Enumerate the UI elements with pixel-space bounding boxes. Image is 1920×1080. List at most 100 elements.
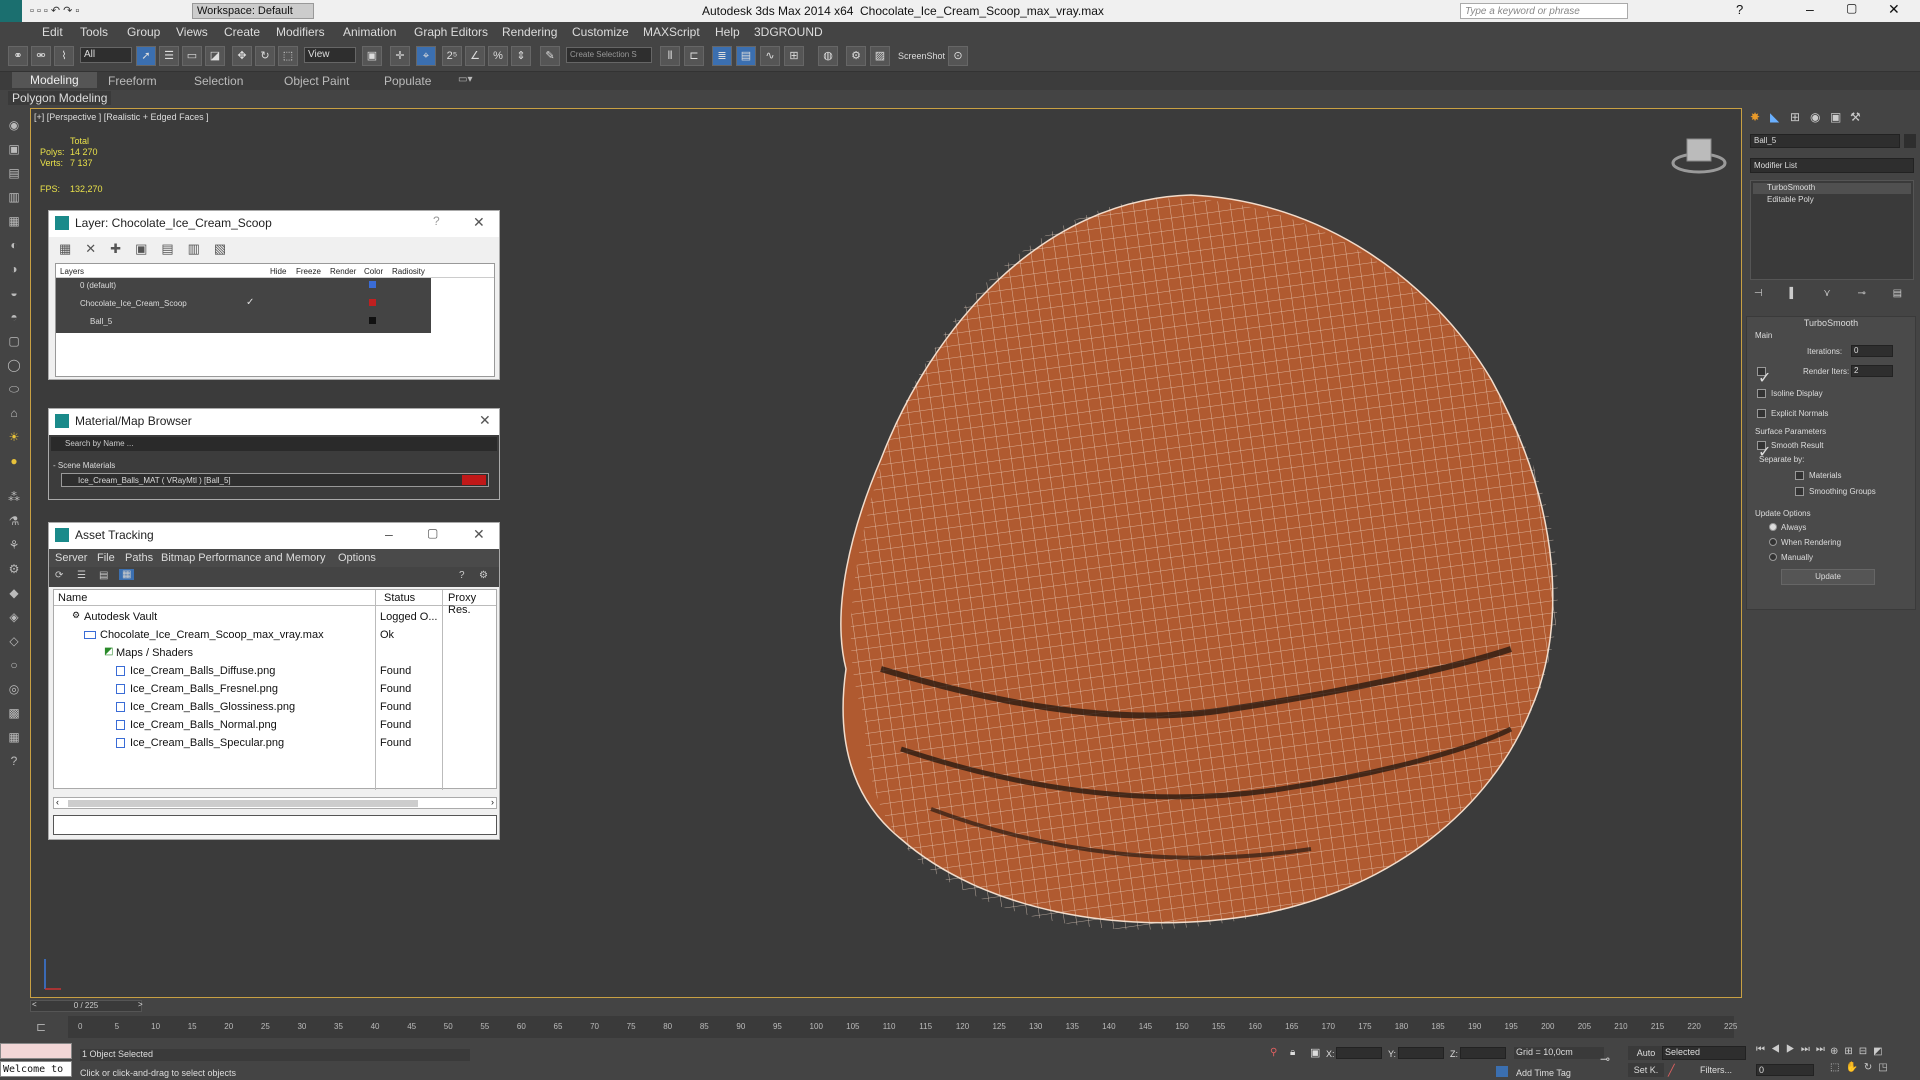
workspace-dropdown[interactable]: Workspace: Default bbox=[192, 3, 314, 19]
viewcube-icon[interactable] bbox=[1671, 138, 1727, 174]
asset-settings-icon[interactable]: ⚙ bbox=[479, 570, 488, 581]
rect-selection-icon[interactable]: ▭ bbox=[182, 46, 202, 66]
layer-row-default[interactable]: 0 (default) bbox=[80, 281, 116, 290]
isolate-icon[interactable]: ⚲ bbox=[1270, 1047, 1277, 1058]
layer-dialog-header[interactable]: Layer: Chocolate_Ice_Cream_Scoop ? ✕ bbox=[49, 211, 499, 237]
close-button[interactable]: ✕ bbox=[1888, 1, 1900, 18]
percent-snap-icon[interactable]: % bbox=[488, 46, 508, 66]
mini-curve-editor-icon[interactable]: ⊏ bbox=[36, 1020, 46, 1034]
grid-view-icon[interactable]: ▦ bbox=[119, 569, 135, 580]
tool-icon-13[interactable]: ⌂ bbox=[5, 406, 23, 422]
track-bar[interactable]: 0 5 10 15 20 25 30 35 40 45 50 55 60 65 70 75 80 85 90 95 10… bbox=[68, 1016, 1737, 1038]
help-icon[interactable]: ? bbox=[1736, 2, 1743, 17]
add-time-tag-icon[interactable] bbox=[1496, 1066, 1508, 1077]
tool-icon-17[interactable]: ⚗ bbox=[5, 514, 23, 530]
tool-icon-25[interactable]: ▩ bbox=[5, 706, 23, 722]
tool-icon-21[interactable]: ◈ bbox=[5, 610, 23, 626]
x-coord-field[interactable] bbox=[1336, 1047, 1382, 1059]
rollout-title[interactable]: TurboSmooth bbox=[1747, 318, 1915, 328]
minimize-button[interactable]: – bbox=[1806, 1, 1814, 17]
asset-close-button[interactable]: ✕ bbox=[473, 526, 485, 543]
app-logo-icon[interactable] bbox=[0, 0, 22, 22]
object-name-field[interactable]: Ball_5 bbox=[1750, 134, 1900, 148]
snap-2-5-icon[interactable]: 2⁵ bbox=[442, 46, 462, 66]
object-color-swatch[interactable] bbox=[1904, 134, 1916, 148]
display-tab-icon[interactable]: ▣ bbox=[1830, 110, 1841, 124]
material-editor-icon[interactable]: ◍ bbox=[818, 46, 838, 66]
current-frame-field[interactable]: 0 bbox=[1756, 1064, 1814, 1076]
col-radiosity[interactable]: Radiosity bbox=[392, 267, 425, 276]
layer-ball-color[interactable] bbox=[369, 317, 376, 324]
tool-icon-16[interactable]: ⁂ bbox=[5, 490, 23, 506]
layer-close-button[interactable]: ✕ bbox=[473, 214, 485, 231]
key-tangent-icon[interactable]: ╱ bbox=[1668, 1064, 1675, 1077]
asset-menu-file[interactable]: File bbox=[97, 552, 115, 564]
edit-named-sel-icon[interactable]: ✎ bbox=[540, 46, 560, 66]
layer-default-color[interactable] bbox=[369, 281, 376, 288]
col-hide[interactable]: Hide bbox=[270, 267, 286, 276]
mirror-icon[interactable]: ⫴ bbox=[660, 46, 680, 66]
tab-freeform[interactable]: Freeform bbox=[108, 74, 157, 88]
scene-materials-section[interactable]: - Scene Materials bbox=[53, 461, 115, 470]
tool-icon-10[interactable]: ▢ bbox=[5, 334, 23, 350]
menu-3dground[interactable]: 3DGROUND bbox=[754, 25, 823, 39]
update-button[interactable]: Update bbox=[1781, 569, 1875, 585]
tool-icon-5[interactable]: ▦ bbox=[5, 214, 23, 230]
layer-row-ball5[interactable]: Ball_5 bbox=[90, 317, 112, 326]
modify-tab-icon[interactable]: ◣ bbox=[1770, 110, 1779, 124]
select-by-name-icon[interactable]: ☰ bbox=[159, 46, 179, 66]
ribbon-options-icon[interactable]: ▭▾ bbox=[458, 74, 472, 85]
reference-coord-dropdown[interactable]: View bbox=[304, 47, 356, 63]
tab-selection[interactable]: Selection bbox=[194, 74, 243, 88]
tool-icon-11[interactable]: ◯ bbox=[5, 358, 23, 374]
screenshot-icon[interactable]: ⊙ bbox=[948, 46, 968, 66]
asset-tracking-header[interactable]: Asset Tracking – ▢ ✕ bbox=[49, 523, 499, 549]
asset-menu-bitmap[interactable]: Bitmap Performance and Memory bbox=[161, 552, 325, 564]
col-render[interactable]: Render bbox=[330, 267, 356, 276]
menu-group[interactable]: Group bbox=[127, 25, 160, 39]
iterations-spinner[interactable]: 0 bbox=[1851, 345, 1893, 357]
link-icon[interactable]: ⚭ bbox=[8, 46, 28, 66]
material-close-button[interactable]: ✕ bbox=[479, 412, 491, 429]
tool-icon-20[interactable]: ◆ bbox=[5, 586, 23, 602]
scroll-left-icon[interactable]: ‹ bbox=[56, 797, 59, 807]
named-selection-dropdown[interactable]: Create Selection S bbox=[566, 47, 652, 63]
key-mode-dropdown[interactable]: Selected bbox=[1662, 1046, 1746, 1060]
selection-filter-dropdown[interactable]: All bbox=[80, 47, 132, 63]
tool-icon-12[interactable]: ⬭ bbox=[5, 382, 23, 398]
col-color[interactable]: Color bbox=[364, 267, 383, 276]
layer-manager-icon[interactable]: ≣ bbox=[712, 46, 732, 66]
search-input[interactable]: Type a keyword or phrase bbox=[1460, 3, 1628, 19]
viewport-label[interactable]: [+] [Perspective ] [Realistic + Edged Fa… bbox=[34, 112, 209, 122]
time-slider[interactable]: 0 / 225 bbox=[30, 1000, 142, 1012]
stack-item-turbosmooth[interactable]: TurboSmooth bbox=[1753, 183, 1911, 194]
tool-icon-9[interactable]: ◓ bbox=[5, 310, 23, 326]
tool-icon-27[interactable]: ? bbox=[5, 754, 23, 770]
scroll-right-icon[interactable]: › bbox=[491, 797, 494, 807]
materials-checkbox[interactable] bbox=[1795, 471, 1804, 480]
screenshot-label[interactable]: ScreenShot bbox=[898, 51, 945, 61]
tool-icon-19[interactable]: ⚙ bbox=[5, 562, 23, 578]
menu-views[interactable]: Views bbox=[176, 25, 208, 39]
auto-key-button[interactable]: Auto bbox=[1628, 1046, 1664, 1060]
tool-icon-8[interactable]: ◒ bbox=[5, 286, 23, 302]
select-manipulate-icon[interactable]: ✛ bbox=[390, 46, 410, 66]
menu-customize[interactable]: Customize bbox=[572, 25, 629, 39]
menu-help[interactable]: Help bbox=[715, 25, 740, 39]
transform-mode-icon[interactable]: ▣ bbox=[1310, 1046, 1320, 1059]
create-tab-icon[interactable]: ✸ bbox=[1750, 110, 1760, 124]
col-freeze[interactable]: Freeze bbox=[296, 267, 321, 276]
asset-maximize-button[interactable]: ▢ bbox=[427, 526, 438, 540]
menu-rendering[interactable]: Rendering bbox=[502, 25, 557, 39]
manually-radio[interactable] bbox=[1769, 553, 1777, 561]
layer-chocolate-color[interactable] bbox=[369, 299, 376, 306]
maxscript-listener[interactable] bbox=[0, 1043, 72, 1059]
render-setup-icon[interactable]: ⚙ bbox=[846, 46, 866, 66]
col-name[interactable]: Name bbox=[58, 592, 87, 604]
modifier-list-dropdown[interactable]: Modifier List bbox=[1750, 158, 1914, 173]
tab-modeling[interactable]: Modeling bbox=[12, 72, 97, 88]
material-browser-header[interactable]: Material/Map Browser ✕ bbox=[49, 409, 499, 435]
snap-icon[interactable]: ⌖ bbox=[416, 46, 436, 66]
tool-icon-3[interactable]: ▤ bbox=[5, 166, 23, 182]
asset-horizontal-scrollbar[interactable]: ‹ › bbox=[53, 797, 497, 809]
